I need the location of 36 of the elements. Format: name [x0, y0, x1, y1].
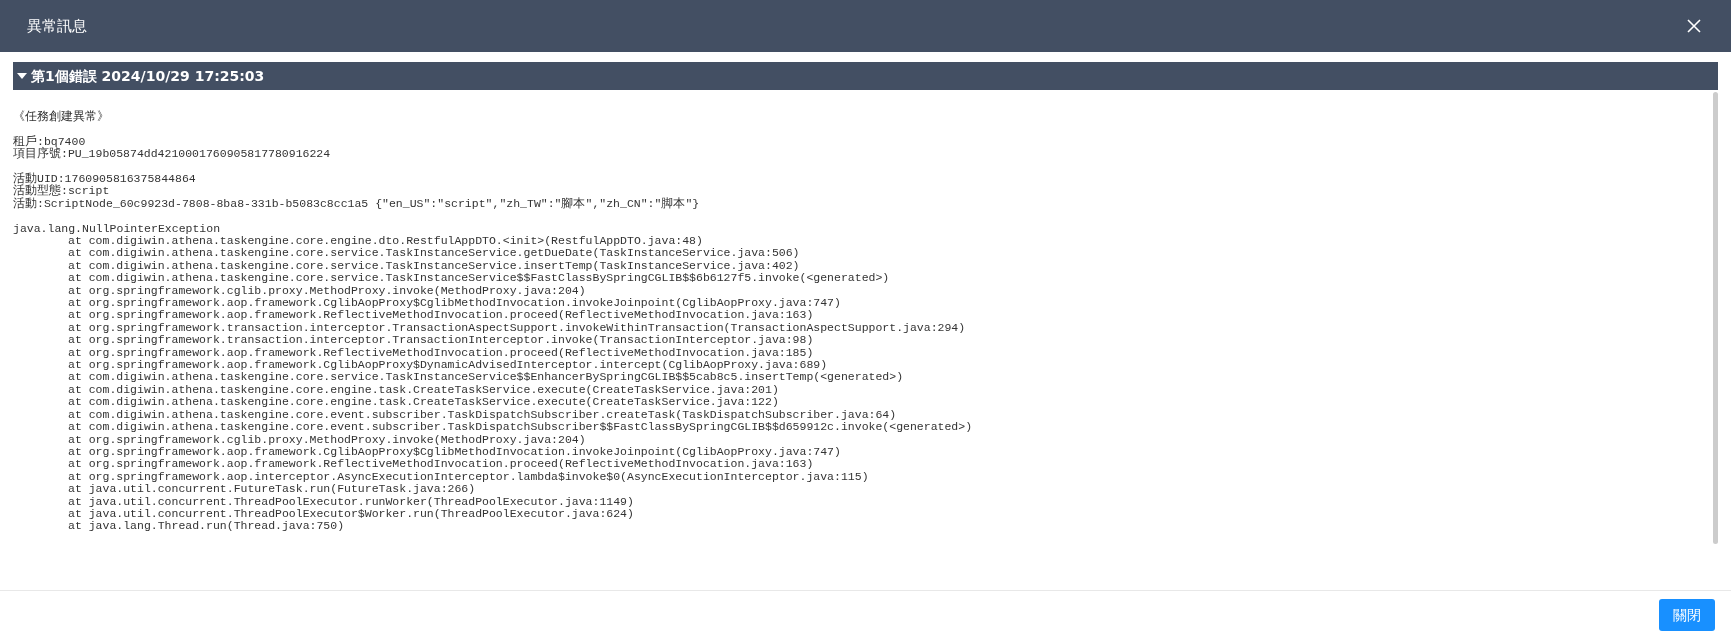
stack-frame-line: at com.digiwin.athena.taskengine.core.engine.dto.RestfulAppDTO.<init>(RestfulAppDTO.java:48) — [67, 235, 703, 248]
stack-frame-line: at java.util.concurrent.ThreadPoolExecutor.runWorker(ThreadPoolExecutor.java:1149) — [67, 495, 634, 508]
stack-frame-line: at org.springframework.aop.interceptor.AsyncExecutionInterceptor.lambda$invoke$0(AsyncExecutionInterceptor.java:115) — [67, 470, 869, 484]
message-line: 項目序號:PU_19b05874dd4210001760905817780916224 — [13, 148, 331, 161]
stack-frame-line: at com.digiwin.athena.taskengine.core.service.TaskInstanceService$$FastClassBySpringCGLIB$$6b6127f5.invoke(<generated>) — [67, 272, 890, 285]
stack-frame-line: at org.springframework.aop.framework.ReflectiveMethodInvocation.proceed(ReflectiveMethodInvocation.java:185) — [67, 346, 814, 360]
stack-frame-line: at com.digiwin.athena.taskengine.core.service.TaskInstanceService.insertTemp(TaskInstanceService.java:402) — [67, 259, 800, 273]
stack-frame-line: at com.digiwin.athena.taskengine.core.service.TaskInstanceService$$EnhancerBySpringCGLIB$$5cab8c5.insertTemp(<generated>) — [67, 371, 904, 384]
section-header[interactable]: 第1個錯誤 2024/10/29 17:25:03 — [13, 62, 1718, 90]
message-line: 租戶:bq7400 — [13, 135, 86, 148]
exception-line: java.lang.NullPointerException — [13, 222, 221, 235]
dialog-title: 異常訊息 — [27, 15, 87, 37]
caret-icon — [17, 72, 27, 80]
stack-frame-line: at org.springframework.aop.framework.CglibAopProxy$CglibMethodInvocation.invokeJoinpoint(CglibAopProxy.java:747) — [67, 445, 841, 459]
stack-frame-line: at org.springframework.aop.framework.ReflectiveMethodInvocation.proceed(ReflectiveMethodInvocation.java:163) — [67, 458, 814, 471]
stack-frame-line: at org.springframework.aop.framework.CglibAopProxy$DynamicAdvisedInterceptor.intercept(CglibAopProxy.java:689) — [67, 359, 828, 372]
stack-frame-line: at org.springframework.aop.framework.CglibAopProxy$CglibMethodInvocation.invokeJoinpoint(CglibAopProxy.java:747) — [67, 297, 841, 310]
stack-frame-line: at org.springframework.aop.framework.ReflectiveMethodInvocation.proceed(ReflectiveMethodInvocation.java:163) — [67, 309, 814, 322]
stack-frame-line: at com.digiwin.athena.taskengine.core.event.subscriber.TaskDispatchSubscriber$$FastClassBySpringCGLIB$$d659912c.invoke(<generated>) — [67, 421, 973, 434]
stack-frame-line: at com.digiwin.athena.taskengine.core.service.TaskInstanceService.getDueDate(TaskInstanceService.java:506) — [67, 247, 800, 260]
stack-frame-line: at org.springframework.cglib.proxy.MethodProxy.invoke(MethodProxy.java:204) — [67, 433, 586, 446]
stack-frame-line: at org.springframework.transaction.interceptor.TransactionAspectSupport.invokeWithinTransaction(TransactionAspectSupport.java:294) — [67, 321, 966, 335]
stack-frame-line: at java.util.concurrent.ThreadPoolExecutor$Worker.run(ThreadPoolExecutor.java:624) — [67, 507, 634, 521]
message-line: 活動型態:script — [13, 185, 110, 198]
message-line: 活動UID:1760905816375844864 — [13, 173, 196, 185]
stack-frame-line: at org.springframework.cglib.proxy.MethodProxy.invoke(MethodProxy.java:204) — [67, 284, 586, 298]
stack-frame-line: at java.lang.Thread.run(Thread.java:750) — [67, 520, 345, 533]
close-icon — [1686, 18, 1702, 34]
message-line: 《任務創建異常》 — [13, 111, 109, 124]
stack-frame-line: at com.digiwin.athena.taskengine.core.engine.task.CreateTaskService.execute(CreateTaskService.java:122) — [67, 396, 779, 409]
stack-frame-line: at org.springframework.transaction.interceptor.TransactionInterceptor.invoke(TransactionInterceptor.java:98) — [67, 334, 814, 347]
stack-frame-line: at com.digiwin.athena.taskengine.core.engine.task.CreateTaskService.execute(CreateTaskService.java:201) — [67, 383, 779, 397]
message-line: 活動:ScriptNode_60c9923d-7808-8ba8-331b-b5083c8cc1a5 {"en_US":"script","zh_TW":"腳本","zh_CN":"脚本"} — [13, 197, 700, 211]
stack-frame-line: at java.util.concurrent.FutureTask.run(FutureTask.java:266) — [67, 483, 476, 496]
stack-frame-line: at com.digiwin.athena.taskengine.core.event.subscriber.TaskDispatchSubscriber.createTask(TaskDispatchSubscriber.java:64) — [67, 408, 897, 422]
scrollbar[interactable] — [1713, 92, 1718, 544]
